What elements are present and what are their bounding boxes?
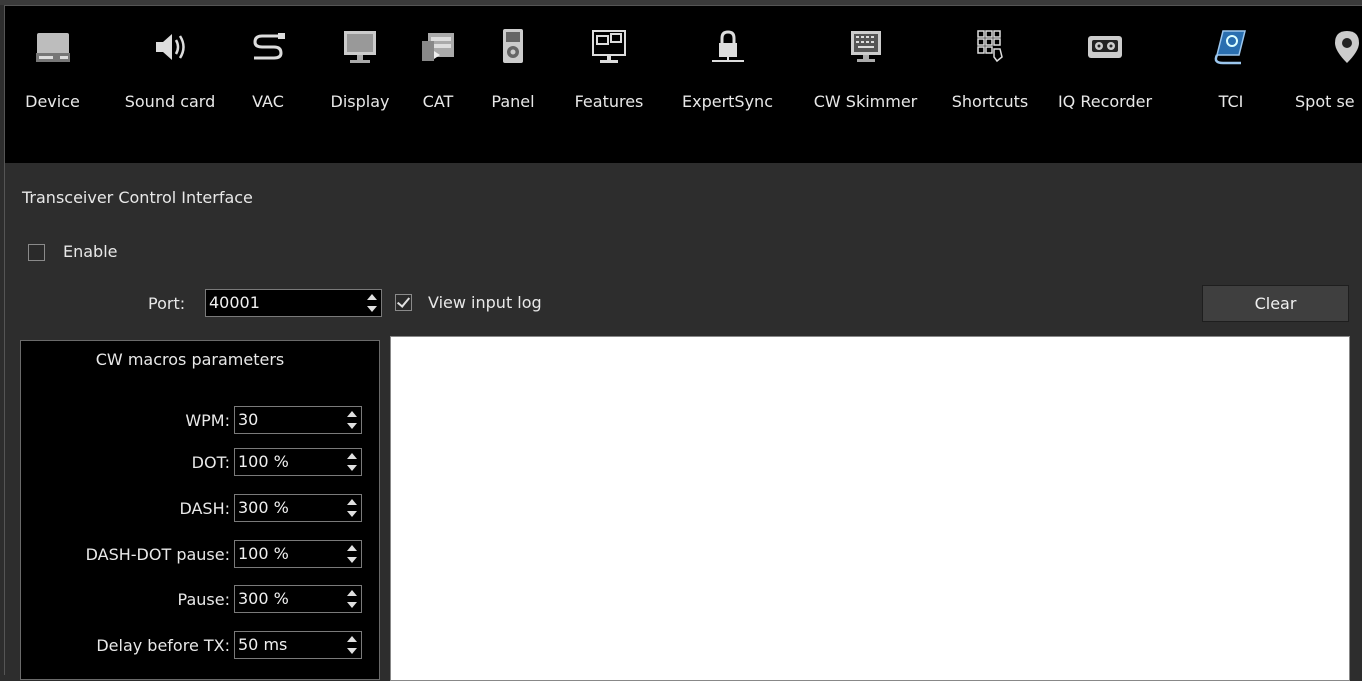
- cable-icon: [243, 22, 293, 72]
- spin-arrows-icon[interactable]: [367, 294, 377, 312]
- map-pin-icon: [1267, 22, 1362, 72]
- dash-spinbox[interactable]: 300 %: [234, 494, 362, 522]
- speaker-icon: [105, 22, 235, 72]
- enable-checkbox[interactable]: [28, 244, 45, 261]
- cw-macros-title: CW macros parameters: [95, 350, 285, 369]
- wpm-spinbox[interactable]: 30: [234, 406, 362, 434]
- view-input-log-checkbox[interactable]: [395, 294, 412, 311]
- device-icon: [5, 22, 100, 72]
- tab-iq-recorder[interactable]: IQ Recorder: [1047, 6, 1163, 136]
- tci-icon: [1205, 22, 1257, 72]
- port-label: Port:: [148, 294, 186, 313]
- pause-label: Pause:: [177, 590, 230, 609]
- pause-value: 300 %: [238, 589, 289, 608]
- tab-vac[interactable]: VAC: [243, 6, 293, 136]
- dot-value: 100 %: [238, 452, 289, 471]
- tab-label: CW Skimmer: [813, 92, 918, 111]
- tab-label: Display: [330, 92, 390, 111]
- cat-icon: [413, 22, 463, 72]
- dash-label: DASH:: [179, 499, 230, 518]
- tab-label: Features: [574, 92, 644, 111]
- lock-icon: [665, 22, 790, 72]
- shortcuts-icon: [940, 22, 1040, 72]
- wpm-value: 30: [238, 410, 259, 429]
- tab-label: Panel: [491, 92, 535, 111]
- spin-arrows-icon[interactable]: [347, 636, 357, 654]
- spin-arrows-icon[interactable]: [347, 499, 357, 517]
- delay-before-tx-label: Delay before TX:: [96, 636, 230, 655]
- pause-spinbox[interactable]: 300 %: [234, 585, 362, 613]
- tab-display[interactable]: Display: [315, 6, 405, 136]
- tab-tci[interactable]: TCI: [1205, 6, 1257, 136]
- page-title: Transceiver Control Interface: [22, 188, 253, 207]
- spin-arrows-icon[interactable]: [347, 545, 357, 563]
- dash-value: 300 %: [238, 498, 289, 517]
- tab-label: Shortcuts: [951, 92, 1029, 111]
- dash-dot-pause-value: 100 %: [238, 544, 289, 563]
- tab-shortcuts[interactable]: Shortcuts: [940, 6, 1040, 136]
- tab-label: Sound card: [124, 92, 216, 111]
- tab-device[interactable]: Device: [5, 6, 100, 136]
- keyboard-monitor-icon: [797, 22, 934, 72]
- delay-before-tx-spinbox[interactable]: 50 ms: [234, 631, 362, 659]
- spin-arrows-icon[interactable]: [347, 590, 357, 608]
- input-log-textarea[interactable]: [390, 336, 1350, 681]
- clear-button[interactable]: Clear: [1202, 285, 1349, 322]
- tab-cat[interactable]: CAT: [413, 6, 463, 136]
- dot-spinbox[interactable]: 100 %: [234, 448, 362, 476]
- tab-label: TCI: [1218, 92, 1244, 111]
- tab-spot-settings[interactable]: Spot se: [1267, 6, 1362, 136]
- delay-before-tx-value: 50 ms: [238, 635, 288, 654]
- tab-sound-card[interactable]: Sound card: [105, 6, 235, 136]
- spin-arrows-icon[interactable]: [347, 453, 357, 471]
- tab-label: Device: [25, 92, 80, 111]
- tab-label: IQ Recorder: [1057, 92, 1153, 111]
- settings-toolbar: Device Sound card VAC Display CAT Panel: [4, 5, 1362, 164]
- panel-icon: [483, 22, 543, 72]
- tab-label: ExpertSync: [682, 92, 773, 111]
- tab-features[interactable]: Features: [563, 6, 655, 136]
- port-spinbox[interactable]: 40001: [205, 289, 382, 317]
- dot-label: DOT:: [191, 453, 230, 472]
- tab-label: CAT: [422, 92, 454, 111]
- spin-arrows-icon[interactable]: [347, 411, 357, 429]
- tab-label: Spot se: [1295, 92, 1355, 111]
- wpm-label: WPM:: [185, 411, 230, 430]
- features-icon: [563, 22, 655, 72]
- dash-dot-pause-spinbox[interactable]: 100 %: [234, 540, 362, 568]
- tab-label: VAC: [252, 92, 284, 111]
- tab-panel[interactable]: Panel: [483, 6, 543, 136]
- tape-icon: [1047, 22, 1163, 72]
- dash-dot-pause-label: DASH-DOT pause:: [85, 545, 230, 564]
- tab-cw-skimmer[interactable]: CW Skimmer: [797, 6, 934, 136]
- tab-expertsync[interactable]: ExpertSync: [665, 6, 790, 136]
- port-value: 40001: [209, 293, 260, 312]
- enable-label: Enable: [63, 242, 118, 261]
- view-input-log-label: View input log: [428, 293, 542, 312]
- monitor-icon: [315, 22, 405, 72]
